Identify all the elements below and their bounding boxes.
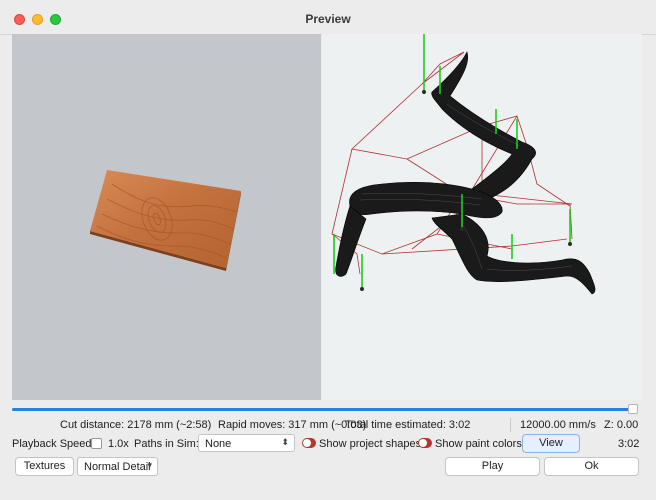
textures-button[interactable]: Textures — [15, 457, 74, 476]
title-bar: Preview — [0, 0, 656, 35]
ok-button[interactable]: Ok — [544, 457, 639, 476]
playback-progress-handle[interactable] — [628, 404, 638, 414]
paths-in-sim-value: None — [205, 438, 232, 450]
playback-speed-checkbox[interactable] — [91, 438, 102, 449]
paths-in-sim-label: Paths in Sim: — [134, 438, 199, 450]
playback-speed-label: Playback Speed — [12, 438, 92, 450]
show-paint-colors-label: Show paint colors — [435, 438, 522, 450]
feed-rate-label: 12000.00 mm/s — [520, 419, 596, 431]
toolpath-render — [331, 34, 596, 295]
preview-window: Preview Cut distance: 2178 mm (~2:58) Ra… — [0, 0, 656, 500]
speed-value-label: 1.0x — [108, 438, 129, 450]
view-button[interactable]: View — [522, 434, 580, 453]
detail-level-select[interactable]: Normal Detail ▾ — [77, 457, 158, 476]
detail-level-value: Normal Detail — [84, 461, 151, 473]
stats-divider — [510, 418, 511, 432]
paths-in-sim-select[interactable]: None ⬍ — [198, 434, 295, 452]
elapsed-time-label: 3:02 — [618, 438, 640, 450]
toolpath-preview[interactable] — [322, 34, 642, 400]
show-paint-colors-toggle[interactable] — [418, 438, 432, 448]
cut-path-silhouette — [335, 51, 596, 295]
playback-progress-track[interactable] — [12, 408, 634, 411]
chevron-updown-icon: ⬍ — [281, 437, 289, 447]
3d-material-preview[interactable] — [12, 34, 321, 400]
window-title: Preview — [305, 12, 351, 26]
wood-block-render — [90, 170, 241, 271]
z-value-label: Z: 0.00 — [604, 419, 639, 431]
total-time-label: Total time estimated: 3:02 — [345, 419, 471, 431]
cut-distance-label: Cut distance: 2178 mm (~2:58) — [60, 419, 212, 431]
show-project-shapes-label: Show project shapes — [319, 438, 422, 450]
chevron-down-icon: ▾ — [147, 460, 152, 470]
show-project-shapes-toggle[interactable] — [302, 438, 316, 448]
play-button[interactable]: Play — [445, 457, 540, 476]
